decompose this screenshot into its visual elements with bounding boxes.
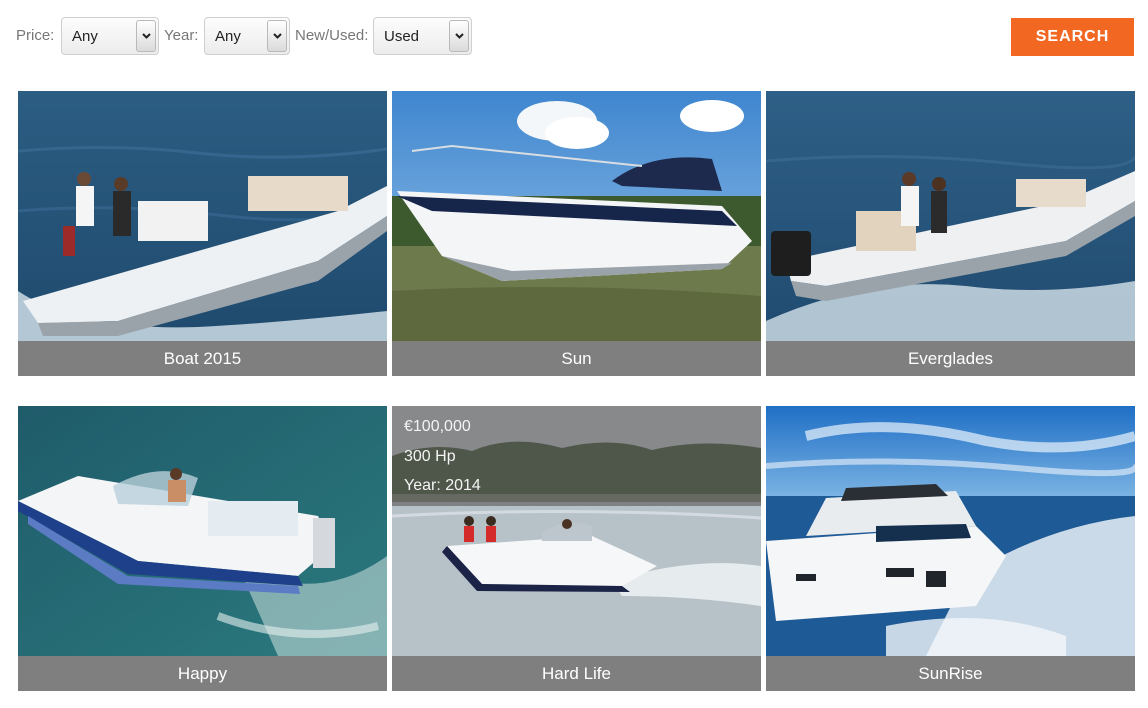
listing-card[interactable]: Sun [392, 91, 761, 376]
search-button[interactable]: SEARCH [1011, 18, 1134, 56]
listing-power: 300 Hp [404, 448, 456, 465]
listing-price: €100,000 [404, 418, 471, 435]
listing-card[interactable]: Boat 2015 [18, 91, 387, 376]
price-select-value: Any [72, 28, 98, 45]
condition-select-value: Used [384, 28, 420, 45]
price-label: Price: [16, 27, 55, 44]
year-select-value: Any [215, 28, 241, 45]
listing-title: Boat 2015 [18, 341, 387, 376]
listing-title: Sun [392, 341, 761, 376]
listing-title: Hard Life [392, 656, 761, 691]
listing-year: Year: 2014 [404, 477, 481, 494]
chevron-down-icon[interactable] [449, 20, 469, 52]
boat-photo [766, 406, 1135, 656]
listing-card[interactable]: €100,000 300 Hp Year: 2014 Hard Life [392, 406, 761, 691]
year-label: Year: [164, 27, 199, 44]
price-select[interactable]: Any [61, 17, 159, 55]
chevron-down-icon[interactable] [267, 20, 287, 52]
listing-card[interactable]: Happy [18, 406, 387, 691]
boat-photo [766, 91, 1135, 341]
listing-card[interactable]: Everglades [766, 91, 1135, 376]
boat-photo [18, 406, 387, 656]
condition-label: New/Used: [295, 27, 369, 44]
listing-title: SunRise [766, 656, 1135, 691]
listing-card[interactable]: SunRise [766, 406, 1135, 691]
boat-photo [392, 91, 761, 341]
boat-photo [18, 91, 387, 341]
chevron-down-icon[interactable] [136, 20, 156, 52]
condition-select[interactable]: Used [373, 17, 472, 55]
listing-details-overlay: €100,000 300 Hp Year: 2014 [392, 406, 761, 506]
year-select[interactable]: Any [204, 17, 290, 55]
listing-title: Happy [18, 656, 387, 691]
listing-title: Everglades [766, 341, 1135, 376]
search-filter-bar: Price: Any Year: Any New/Used: Used SEAR… [0, 16, 1148, 56]
